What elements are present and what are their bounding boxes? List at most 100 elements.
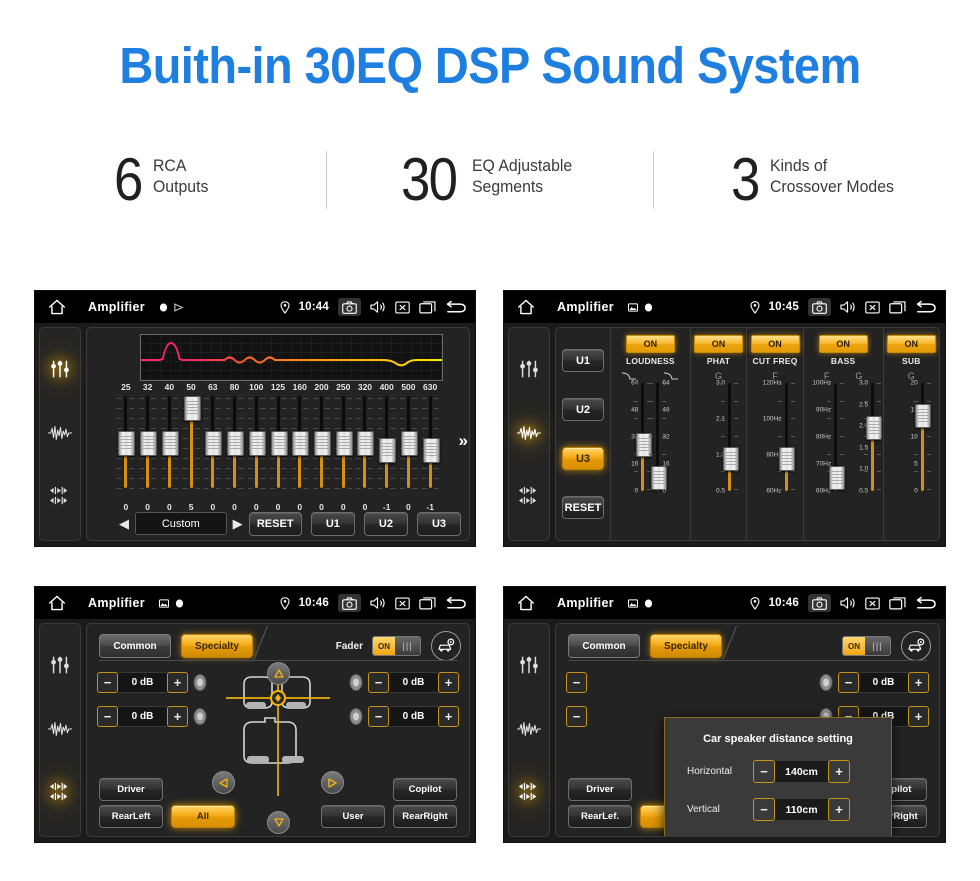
eq-slider-track[interactable]: [378, 396, 397, 489]
sidebar-item-equalizer[interactable]: [49, 358, 71, 385]
vertical-decrement-button[interactable]: −: [753, 798, 775, 821]
slider-knob[interactable]: [779, 446, 795, 471]
vertical-increment-button[interactable]: +: [828, 798, 850, 821]
slider-track[interactable]: [913, 383, 932, 491]
slider-0[interactable]: 100Hz 90Hz 80Hz 70Hz 60Hz: [810, 380, 845, 540]
preset-u3-button[interactable]: U3: [562, 447, 604, 470]
slider-0[interactable]: 20151050: [897, 380, 932, 540]
eq-band-500[interactable]: [398, 396, 420, 501]
toggle-bass[interactable]: ON: [818, 335, 868, 353]
eq-band-25[interactable]: [115, 396, 137, 501]
eq-slider-track[interactable]: [312, 396, 331, 489]
horizontal-decrement-button[interactable]: −: [753, 760, 775, 783]
car-settings-icon[interactable]: [901, 631, 931, 661]
eq-band-80[interactable]: [224, 396, 246, 501]
slider-track[interactable]: [827, 383, 845, 491]
eq-slider-track[interactable]: [117, 396, 136, 489]
eq-band-630[interactable]: [419, 396, 441, 501]
sidebar-item-waveform[interactable]: [517, 424, 541, 447]
eq-band-100[interactable]: [245, 396, 267, 501]
eq-slider-track[interactable]: [334, 396, 353, 489]
recents-icon[interactable]: [419, 300, 436, 314]
slider-track[interactable]: [721, 383, 739, 491]
slider-knob[interactable]: [865, 415, 882, 440]
seat-button-driver[interactable]: Driver: [99, 778, 163, 801]
eq-slider-track[interactable]: [182, 396, 201, 489]
decrement-button[interactable]: −: [566, 706, 587, 727]
volume-icon[interactable]: [840, 596, 856, 610]
close-icon[interactable]: [865, 301, 880, 314]
home-icon[interactable]: [513, 299, 539, 315]
eq-slider-track[interactable]: [139, 396, 158, 489]
preset-u3-button[interactable]: U3: [416, 511, 461, 536]
eq-band-63[interactable]: [202, 396, 224, 501]
camera-icon[interactable]: [338, 594, 361, 612]
eq-slider-knob[interactable]: [379, 437, 397, 463]
recents-icon[interactable]: [889, 300, 906, 314]
slider-1[interactable]: 64 48 32 16 0: [649, 380, 683, 540]
eq-band-40[interactable]: [158, 396, 180, 501]
eq-band-50[interactable]: [180, 396, 202, 501]
eq-slider-knob[interactable]: [422, 437, 440, 463]
back-icon[interactable]: [915, 596, 936, 610]
preset-u1-button[interactable]: U1: [310, 511, 355, 536]
increment-button[interactable]: +: [167, 706, 188, 727]
level-stepper-front-right[interactable]: − 0 dB +: [819, 672, 929, 693]
eq-slider-knob[interactable]: [183, 396, 201, 421]
level-stepper-front-left[interactable]: −: [566, 672, 587, 693]
back-icon[interactable]: [445, 300, 466, 314]
eq-slider-knob[interactable]: [118, 430, 136, 456]
eq-band-400[interactable]: [376, 396, 398, 501]
preset-name[interactable]: Custom: [135, 512, 227, 535]
slider-0[interactable]: 644832160: [617, 380, 652, 540]
eq-slider-knob[interactable]: [205, 430, 223, 456]
increment-button[interactable]: +: [167, 672, 188, 693]
level-stepper-front-right[interactable]: − 0 dB +: [349, 672, 459, 693]
camera-icon[interactable]: [808, 298, 831, 316]
increment-button[interactable]: +: [908, 706, 929, 727]
eq-slider-knob[interactable]: [140, 430, 158, 456]
eq-slider-knob[interactable]: [335, 430, 353, 456]
nudge-up-button[interactable]: [267, 662, 290, 685]
nudge-down-button[interactable]: [267, 811, 290, 834]
camera-icon[interactable]: [808, 594, 831, 612]
eq-slider-knob[interactable]: [161, 430, 179, 456]
seat-button-rear-left[interactable]: RearLef.: [568, 805, 632, 828]
increment-button[interactable]: +: [908, 672, 929, 693]
eq-slider-knob[interactable]: [400, 430, 418, 456]
horizontal-increment-button[interactable]: +: [828, 760, 850, 783]
preset-u2-button[interactable]: U2: [562, 398, 604, 421]
tab-specialty[interactable]: Specialty: [650, 634, 722, 658]
eq-slider-track[interactable]: [269, 396, 288, 489]
decrement-button[interactable]: −: [838, 672, 859, 693]
eq-slider-knob[interactable]: [270, 430, 288, 456]
tab-common[interactable]: Common: [568, 634, 640, 658]
decrement-button[interactable]: −: [368, 672, 389, 693]
eq-slider-track[interactable]: [421, 396, 440, 489]
close-icon[interactable]: [865, 597, 880, 610]
seat-button-all[interactable]: All: [171, 805, 235, 828]
increment-button[interactable]: +: [438, 706, 459, 727]
tab-specialty[interactable]: Specialty: [181, 634, 253, 658]
decrement-button[interactable]: −: [97, 672, 118, 693]
preset-prev-button[interactable]: ◀: [113, 517, 135, 530]
level-stepper-rear-left[interactable]: −: [566, 706, 587, 727]
sidebar-item-fader[interactable]: [518, 486, 540, 511]
close-icon[interactable]: [395, 301, 410, 314]
seat-button-driver[interactable]: Driver: [568, 778, 632, 801]
level-stepper-front-left[interactable]: − 0 dB +: [97, 672, 207, 693]
sidebar-item-fader[interactable]: [49, 782, 71, 807]
eq-band-320[interactable]: [354, 396, 376, 501]
slider-track[interactable]: [649, 383, 667, 491]
sidebar-item-equalizer[interactable]: [518, 358, 540, 385]
volume-icon[interactable]: [370, 596, 386, 610]
sidebar-item-equalizer[interactable]: [518, 654, 540, 681]
reset-button[interactable]: RESET: [248, 511, 302, 536]
eq-slider-knob[interactable]: [357, 430, 375, 456]
back-icon[interactable]: [445, 596, 466, 610]
nudge-left-button[interactable]: [212, 771, 235, 794]
slider-0[interactable]: 3.02.11.30.5: [704, 380, 739, 540]
eq-slider-knob[interactable]: [248, 430, 266, 456]
decrement-button[interactable]: −: [97, 706, 118, 727]
slider-0[interactable]: 120Hz 100Hz 80Hz 60Hz: [761, 380, 795, 540]
